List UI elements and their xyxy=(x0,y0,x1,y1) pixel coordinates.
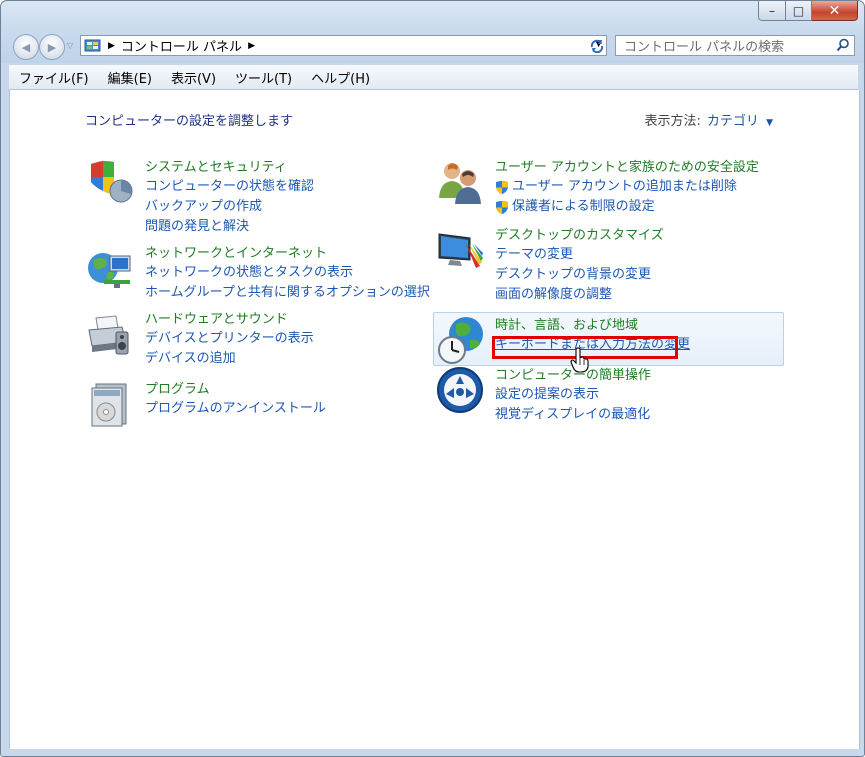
link-optimize-display[interactable]: 視覚ディスプレイの最適化 xyxy=(495,405,651,425)
category-title[interactable]: ハードウェアとサウンド xyxy=(145,310,314,329)
content-area: コンピューターの設定を調整します 表示方法: カテゴリ ▼ システムとセキュリティ… xyxy=(9,90,860,749)
menu-help[interactable]: ヘルプ(H) xyxy=(301,68,379,87)
link-network-status[interactable]: ネットワークの状態とタスクの表示 xyxy=(145,263,430,283)
minimize-button[interactable]: – xyxy=(758,1,786,21)
menu-edit[interactable]: 編集(E) xyxy=(98,68,161,87)
view-by: 表示方法: カテゴリ ▼ xyxy=(645,110,773,129)
refresh-button[interactable] xyxy=(586,36,608,55)
menu-view[interactable]: 表示(V) xyxy=(161,68,225,87)
link-label[interactable]: ユーザー アカウントの追加または削除 xyxy=(512,177,737,197)
breadcrumb-separator-icon[interactable]: ▶ xyxy=(108,41,115,51)
back-arrow-icon: ◀ xyxy=(21,40,31,54)
page-title: コンピューターの設定を調整します xyxy=(85,114,294,129)
control-panel-icon xyxy=(84,39,101,51)
link-uninstall-program[interactable]: プログラムのアンインストール xyxy=(145,399,326,419)
forward-arrow-icon: ▶ xyxy=(47,40,57,54)
minimize-icon: – xyxy=(769,3,775,18)
hand-cursor-icon xyxy=(570,347,589,373)
maximize-icon: □ xyxy=(792,3,805,18)
link-adjust-resolution[interactable]: 画面の解像度の調整 xyxy=(495,285,664,305)
view-by-label: 表示方法: xyxy=(644,114,701,129)
search-placeholder: コントロール パネルの検索 xyxy=(624,40,785,55)
back-button[interactable]: ◀ xyxy=(13,34,39,60)
link-create-backup[interactable]: バックアップの作成 xyxy=(145,197,314,217)
uac-shield-icon xyxy=(496,180,508,194)
link-add-device[interactable]: デバイスの追加 xyxy=(145,349,314,369)
desktop-icon[interactable] xyxy=(436,226,484,274)
link-check-computer-status[interactable]: コンピューターの状態を確認 xyxy=(145,177,314,197)
ease-of-access-icon[interactable] xyxy=(436,366,484,414)
search-input[interactable]: コントロール パネルの検索 xyxy=(615,35,855,56)
uac-shield-icon xyxy=(496,200,508,214)
link-suggested-settings[interactable]: 設定の提案の表示 xyxy=(495,385,651,405)
clock-globe-icon[interactable] xyxy=(436,316,484,364)
category-title[interactable]: ユーザー アカウントと家族のための安全設定 xyxy=(495,158,759,177)
menu-bar: ファイル(F) 編集(E) 表示(V) ツール(T) ヘルプ(H) xyxy=(9,65,858,90)
refresh-icon xyxy=(590,39,604,53)
link-parental-controls[interactable]: 保護者による制限の設定 xyxy=(495,197,759,217)
menu-file[interactable]: ファイル(F) xyxy=(9,68,98,87)
link-change-background[interactable]: デスクトップの背景の変更 xyxy=(495,265,664,285)
link-change-theme[interactable]: テーマの変更 xyxy=(495,245,664,265)
caption-buttons: – □ ✕ xyxy=(758,1,858,21)
close-icon: ✕ xyxy=(828,2,841,19)
category-title[interactable]: デスクトップのカスタマイズ xyxy=(495,226,664,245)
link-devices-printers[interactable]: デバイスとプリンターの表示 xyxy=(145,329,314,349)
link-homegroup-options[interactable]: ホームグループと共有に関するオプションの選択 xyxy=(145,283,430,303)
shield-icon[interactable] xyxy=(86,158,134,206)
address-bar[interactable]: ▶ コントロール パネル ▶ ▼ xyxy=(80,35,607,56)
breadcrumb-control-panel[interactable]: コントロール パネル xyxy=(121,36,242,55)
category-title[interactable]: ネットワークとインターネット xyxy=(145,244,430,263)
control-panel-window: – □ ✕ ◀ ▶ ▽ ▶ コントロール パネル ▶ ▼ コントロール パネルの… xyxy=(0,0,865,757)
users-icon[interactable] xyxy=(436,158,484,206)
search-icon[interactable] xyxy=(836,38,850,52)
maximize-button[interactable]: □ xyxy=(786,1,812,21)
link-label[interactable]: 保護者による制限の設定 xyxy=(512,197,655,217)
breadcrumb-separator-icon[interactable]: ▶ xyxy=(248,41,255,51)
link-find-fix-problems[interactable]: 問題の発見と解決 xyxy=(145,217,314,237)
category-title[interactable]: プログラム xyxy=(145,380,326,399)
printer-icon[interactable] xyxy=(86,310,134,358)
category-title[interactable]: 時計、言語、および地域 xyxy=(495,316,690,335)
forward-button[interactable]: ▶ xyxy=(39,34,65,60)
category-title[interactable]: システムとセキュリティ xyxy=(145,158,314,177)
programs-icon[interactable] xyxy=(86,380,134,428)
recent-pages-icon[interactable]: ▽ xyxy=(67,41,73,50)
chevron-down-icon[interactable]: ▼ xyxy=(766,118,773,128)
view-by-dropdown[interactable]: カテゴリ xyxy=(707,114,759,129)
menu-tools[interactable]: ツール(T) xyxy=(225,68,301,87)
close-button[interactable]: ✕ xyxy=(812,1,858,21)
network-globe-icon[interactable] xyxy=(86,244,134,292)
link-add-remove-accounts[interactable]: ユーザー アカウントの追加または削除 xyxy=(495,177,759,197)
